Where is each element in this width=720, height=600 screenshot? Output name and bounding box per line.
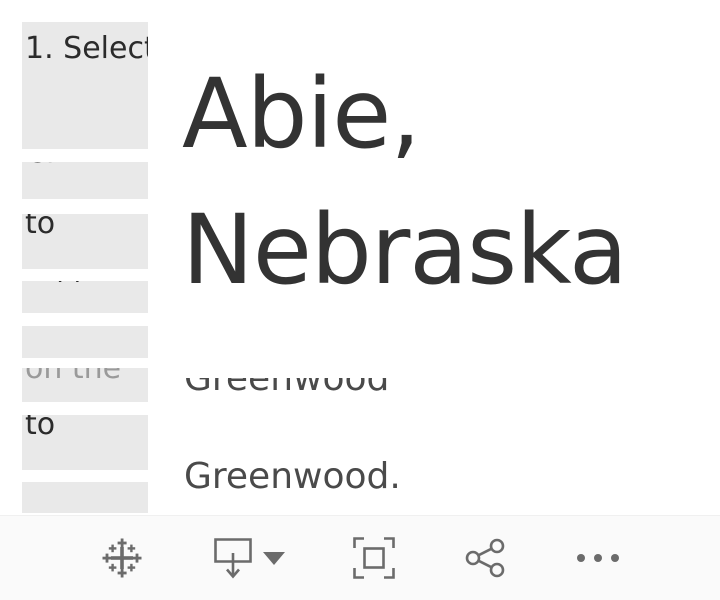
more-options-button[interactable] xyxy=(542,525,654,591)
chevron-down-icon xyxy=(262,551,285,565)
full-screen-button[interactable] xyxy=(318,525,430,591)
page-title: Abie, Nebraska xyxy=(182,58,628,307)
instruction-line: to xyxy=(22,214,148,269)
map-mark-label: Greenwood. xyxy=(184,456,401,497)
tableau-logo-icon xyxy=(99,535,145,581)
share-button[interactable] xyxy=(430,525,542,591)
instruction-line: 1. Select xyxy=(22,22,148,149)
instruction-line: Ci xyxy=(22,162,148,199)
instruction-line: - xyxy=(22,482,148,513)
instruction-line: v ( ) xyxy=(22,281,148,313)
full-screen-icon xyxy=(351,535,397,581)
viz-toolbar xyxy=(0,515,720,600)
ellipsis-icon xyxy=(577,554,619,562)
tableau-logo-button[interactable] xyxy=(66,525,178,591)
instruction-line: to xyxy=(22,415,148,470)
download-button[interactable] xyxy=(178,525,318,591)
instruction-line: on the xyxy=(22,368,148,402)
instruction-line: .. .l l xyxy=(22,326,148,358)
visualization-canvas[interactable]: 1. Select Ci to v ( ) .. .l l on the to … xyxy=(0,0,720,515)
download-icon xyxy=(212,535,254,581)
map-mark-label: Greenwood xyxy=(184,378,389,400)
map-mark-label-text: Greenwood xyxy=(184,378,390,399)
share-icon xyxy=(464,536,508,580)
instruction-text-column: 1. Select Ci to v ( ) .. .l l on the to … xyxy=(22,22,148,515)
